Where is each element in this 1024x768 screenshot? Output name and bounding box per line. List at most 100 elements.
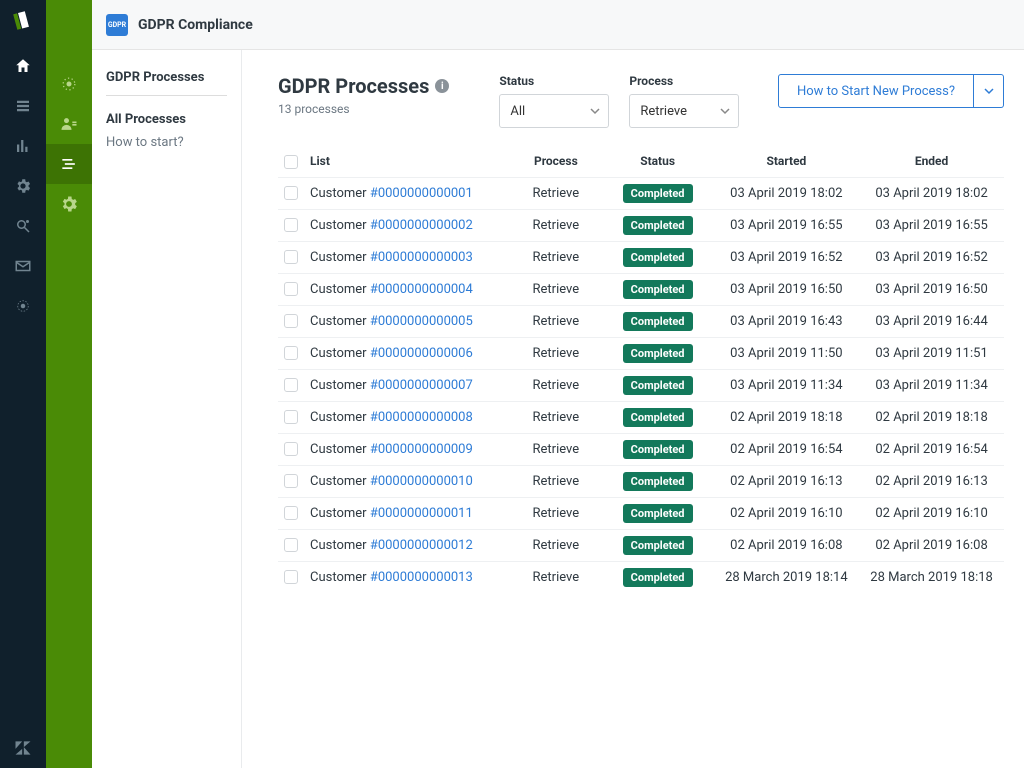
- ended-cell: 03 April 2019 11:34: [859, 369, 1004, 401]
- customer-prefix: Customer: [310, 346, 370, 361]
- status-cell: Completed: [602, 401, 714, 433]
- customer-cell: Customer #0000000000002: [304, 209, 510, 241]
- row-checkbox[interactable]: [284, 250, 298, 264]
- started-cell: 03 April 2019 16:52: [714, 241, 859, 273]
- nav-mail-icon[interactable]: [0, 246, 46, 286]
- customer-link[interactable]: #0000000000009: [370, 442, 473, 457]
- customer-link[interactable]: #0000000000001: [370, 186, 473, 201]
- process-cell: Retrieve: [510, 401, 601, 433]
- customer-cell: Customer #0000000000006: [304, 337, 510, 369]
- table-row: Customer #0000000000012RetrieveCompleted…: [278, 529, 1004, 561]
- table-row: Customer #0000000000008RetrieveCompleted…: [278, 401, 1004, 433]
- ended-cell: 03 April 2019 18:02: [859, 177, 1004, 209]
- ended-cell: 28 March 2019 18:18: [859, 561, 1004, 593]
- subnav-settings-icon[interactable]: [46, 184, 92, 224]
- ended-cell: 03 April 2019 11:51: [859, 337, 1004, 369]
- started-cell: 03 April 2019 11:34: [714, 369, 859, 401]
- topbar: GDPR GDPR Compliance: [92, 0, 1024, 50]
- side-link-how-to-start[interactable]: How to start?: [106, 135, 227, 150]
- subnav-customers-icon[interactable]: [46, 104, 92, 144]
- customer-cell: Customer #0000000000010: [304, 465, 510, 497]
- row-checkbox[interactable]: [284, 538, 298, 552]
- ended-cell: 02 April 2019 18:18: [859, 401, 1004, 433]
- started-cell: 28 March 2019 18:14: [714, 561, 859, 593]
- status-cell: Completed: [602, 369, 714, 401]
- table-row: Customer #0000000000001RetrieveCompleted…: [278, 177, 1004, 209]
- customer-cell: Customer #0000000000008: [304, 401, 510, 433]
- side-link-all-processes[interactable]: All Processes: [106, 112, 227, 127]
- process-cell: Retrieve: [510, 529, 601, 561]
- nav-admin-icon[interactable]: [0, 166, 46, 206]
- customer-prefix: Customer: [310, 474, 370, 489]
- customer-prefix: Customer: [310, 538, 370, 553]
- side-menu: GDPR Processes All Processes How to star…: [92, 50, 242, 768]
- status-badge: Completed: [623, 280, 693, 299]
- row-checkbox[interactable]: [284, 378, 298, 392]
- status-filter-value: All: [510, 104, 525, 119]
- row-checkbox[interactable]: [284, 442, 298, 456]
- customer-link[interactable]: #0000000000005: [370, 314, 473, 329]
- ended-cell: 03 April 2019 16:52: [859, 241, 1004, 273]
- ended-cell: 02 April 2019 16:10: [859, 497, 1004, 529]
- nav-search-icon[interactable]: [0, 206, 46, 246]
- status-cell: Completed: [602, 305, 714, 337]
- row-checkbox[interactable]: [284, 186, 298, 200]
- subnav-overview-icon[interactable]: [46, 64, 92, 104]
- subnav-processes-icon[interactable]: [46, 144, 92, 184]
- row-checkbox[interactable]: [284, 346, 298, 360]
- row-checkbox[interactable]: [284, 506, 298, 520]
- customer-link[interactable]: #0000000000007: [370, 378, 473, 393]
- row-checkbox[interactable]: [284, 314, 298, 328]
- app-title: GDPR Compliance: [138, 17, 253, 33]
- process-cell: Retrieve: [510, 433, 601, 465]
- customer-link[interactable]: #0000000000006: [370, 346, 473, 361]
- status-filter-select[interactable]: All: [499, 94, 609, 128]
- process-cell: Retrieve: [510, 497, 601, 529]
- nav-reports-icon[interactable]: [0, 126, 46, 166]
- started-cell: 03 April 2019 16:43: [714, 305, 859, 337]
- customer-link[interactable]: #0000000000008: [370, 410, 473, 425]
- app-badge-icon: GDPR: [106, 14, 128, 36]
- nav-apps-icon[interactable]: [0, 286, 46, 326]
- nav-views-icon[interactable]: [0, 86, 46, 126]
- status-cell: Completed: [602, 241, 714, 273]
- customer-link[interactable]: #0000000000011: [370, 506, 473, 521]
- page-title-text: GDPR Processes: [278, 74, 429, 98]
- row-checkbox[interactable]: [284, 282, 298, 296]
- started-cell: 02 April 2019 18:18: [714, 401, 859, 433]
- status-badge: Completed: [623, 216, 693, 235]
- select-all-checkbox[interactable]: [284, 155, 298, 169]
- status-cell: Completed: [602, 465, 714, 497]
- processes-table: List Process Status Started Ended Custom…: [278, 146, 1004, 593]
- process-count: 13 processes: [278, 102, 449, 116]
- customer-cell: Customer #0000000000013: [304, 561, 510, 593]
- customer-link[interactable]: #0000000000012: [370, 538, 473, 553]
- th-started: Started: [714, 146, 859, 177]
- customer-cell: Customer #0000000000009: [304, 433, 510, 465]
- row-checkbox[interactable]: [284, 474, 298, 488]
- process-cell: Retrieve: [510, 305, 601, 337]
- row-checkbox[interactable]: [284, 570, 298, 584]
- customer-link[interactable]: #0000000000010: [370, 474, 473, 489]
- new-process-dropdown[interactable]: [974, 74, 1004, 108]
- info-icon[interactable]: i: [435, 79, 449, 93]
- row-checkbox[interactable]: [284, 218, 298, 232]
- customer-link[interactable]: #0000000000004: [370, 282, 473, 297]
- table-row: Customer #0000000000009RetrieveCompleted…: [278, 433, 1004, 465]
- customer-link[interactable]: #0000000000002: [370, 218, 473, 233]
- customer-prefix: Customer: [310, 442, 370, 457]
- customer-cell: Customer #0000000000005: [304, 305, 510, 337]
- status-badge: Completed: [623, 376, 693, 395]
- row-checkbox[interactable]: [284, 410, 298, 424]
- customer-link[interactable]: #0000000000013: [370, 570, 473, 585]
- nav-home-icon[interactable]: [0, 46, 46, 86]
- started-cell: 03 April 2019 18:02: [714, 177, 859, 209]
- process-filter-value: Retrieve: [640, 104, 687, 119]
- table-row: Customer #0000000000006RetrieveCompleted…: [278, 337, 1004, 369]
- main-panel: GDPR Processes i 13 processes Status All: [242, 50, 1024, 768]
- new-process-button[interactable]: How to Start New Process?: [778, 74, 974, 108]
- process-filter-select[interactable]: Retrieve: [629, 94, 739, 128]
- customer-prefix: Customer: [310, 218, 370, 233]
- status-badge: Completed: [623, 344, 693, 363]
- customer-link[interactable]: #0000000000003: [370, 250, 473, 265]
